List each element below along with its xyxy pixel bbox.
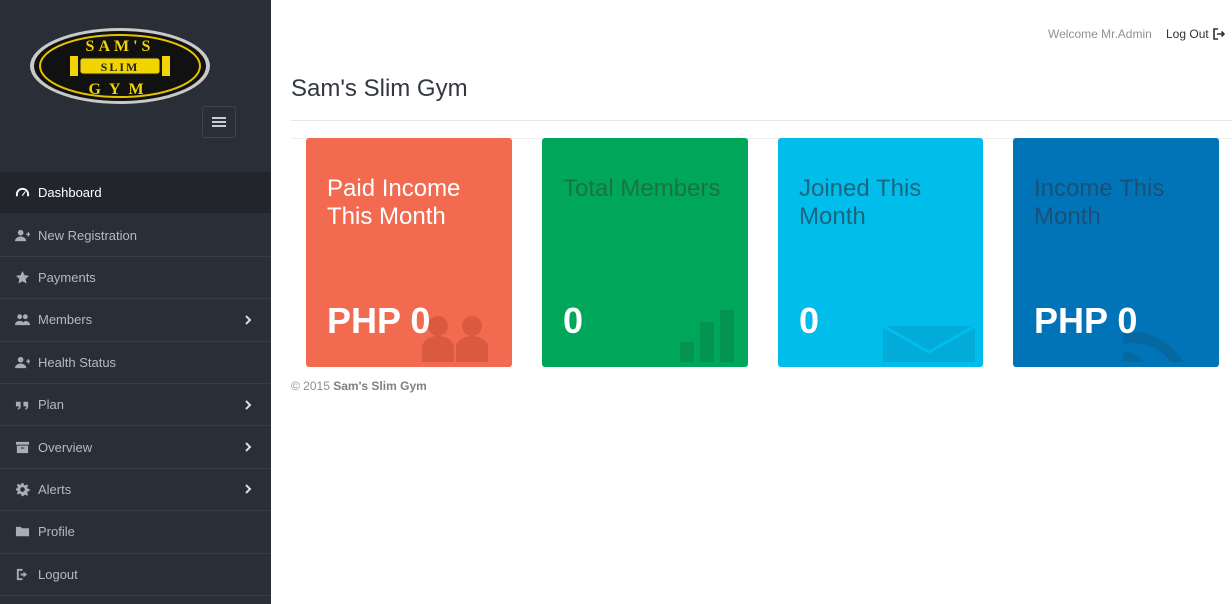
- sidebar-nav: Dashboard New Registration Payments Memb…: [0, 172, 271, 596]
- bar-chart-icon: [680, 310, 734, 367]
- total-members-card[interactable]: Total Members 0: [542, 138, 748, 367]
- sidebar-item-label: Dashboard: [38, 185, 102, 201]
- sidebar-item-label: Health Status: [38, 354, 117, 370]
- paid-income-card[interactable]: Paid Income This Month PHP 0: [306, 138, 512, 367]
- gear-icon: [14, 481, 30, 497]
- folder-icon: [14, 524, 30, 540]
- logo-middle-text: SLIM: [101, 60, 140, 74]
- sidebar-item-new-registration[interactable]: New Registration: [0, 214, 271, 257]
- chevron-right-icon: [243, 399, 253, 411]
- sidebar-item-label: Logout: [38, 566, 78, 582]
- logo-top-text: SAM'S: [86, 38, 155, 55]
- star-icon: [14, 269, 30, 285]
- envelope-icon: [882, 324, 976, 367]
- sidebar: SAM'S SLIM GYM Dashboard New Registratio…: [0, 0, 271, 604]
- log-out-label: Log Out: [1166, 27, 1209, 41]
- income-this-month-card[interactable]: Income This Month PHP 0: [1013, 138, 1219, 367]
- card-value: PHP 0: [327, 300, 431, 341]
- users-icon: [14, 312, 30, 328]
- dashboard-icon: [14, 185, 30, 201]
- card-label: Income This Month: [1034, 175, 1165, 230]
- copyright-text: © 2015: [291, 379, 330, 393]
- logo-bottom-text: GYM: [88, 81, 151, 98]
- sidebar-item-members[interactable]: Members: [0, 299, 271, 342]
- chevron-right-icon: [243, 314, 253, 326]
- joined-this-month-card[interactable]: Joined This Month 0: [778, 138, 983, 367]
- card-label: Total Members: [563, 175, 721, 202]
- card-value: PHP 0: [1034, 300, 1138, 341]
- archive-icon: [14, 439, 30, 455]
- log-out-link[interactable]: Log Out: [1166, 27, 1225, 41]
- welcome-text: Welcome Mr.Admin: [1048, 27, 1152, 41]
- hamburger-icon: [212, 117, 226, 127]
- sidebar-toggle-button[interactable]: [202, 106, 236, 138]
- sidebar-item-label: Plan: [38, 397, 65, 413]
- card-value: 0: [799, 300, 820, 341]
- sign-out-icon: [1212, 28, 1225, 40]
- sidebar-item-label: Profile: [38, 524, 75, 540]
- user-plus-icon: [14, 354, 30, 370]
- sidebar-item-dashboard[interactable]: Dashboard: [0, 172, 271, 215]
- divider: [291, 120, 1232, 121]
- card-label: Joined This Month: [799, 175, 922, 230]
- chevron-right-icon: [243, 441, 253, 453]
- sidebar-item-payments[interactable]: Payments: [0, 257, 271, 300]
- sidebar-item-alerts[interactable]: Alerts: [0, 469, 271, 512]
- sidebar-item-label: Members: [38, 312, 93, 328]
- footer: © 2015 Sam's Slim Gym: [291, 379, 427, 393]
- logo-area: SAM'S SLIM GYM: [0, 0, 271, 172]
- sidebar-item-label: Alerts: [38, 481, 72, 497]
- sidebar-item-plan[interactable]: Plan: [0, 384, 271, 427]
- sidebar-item-overview[interactable]: Overview: [0, 426, 271, 469]
- sams-slim-gym-logo[interactable]: SAM'S SLIM GYM: [28, 26, 212, 106]
- quote-icon: [14, 397, 30, 413]
- sidebar-item-label: Overview: [38, 439, 93, 455]
- user-plus-icon: [14, 227, 30, 243]
- sidebar-item-label: New Registration: [38, 227, 137, 243]
- sidebar-item-profile[interactable]: Profile: [0, 511, 271, 554]
- sidebar-item-label: Payments: [38, 269, 96, 285]
- page-title: Sam's Slim Gym: [291, 75, 468, 102]
- footer-brand-link[interactable]: Sam's Slim Gym: [333, 379, 427, 393]
- card-label: Paid Income This Month: [327, 175, 461, 230]
- sidebar-item-logout[interactable]: Logout: [0, 554, 271, 596]
- sidebar-item-health-status[interactable]: Health Status: [0, 342, 271, 384]
- card-value: 0: [563, 300, 584, 341]
- chevron-right-icon: [243, 483, 253, 495]
- sign-out-icon: [14, 566, 30, 582]
